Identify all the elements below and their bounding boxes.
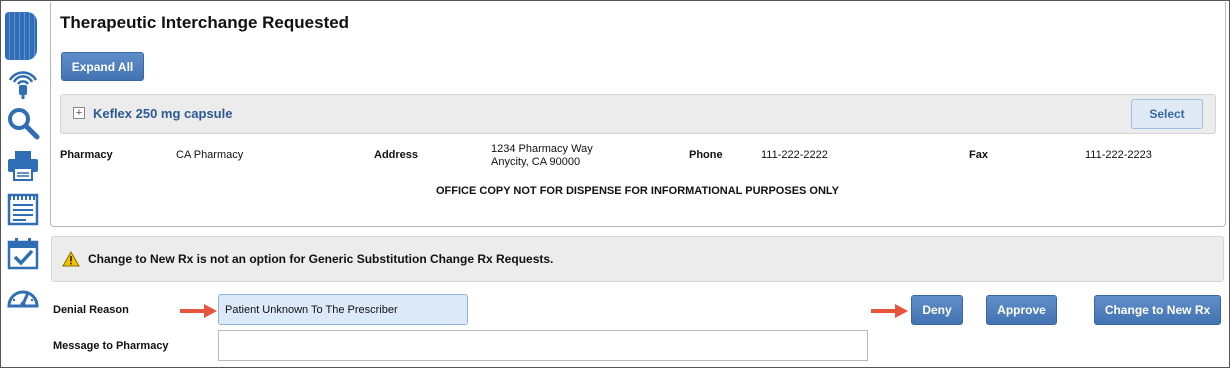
pharmacy-label: Pharmacy xyxy=(60,149,113,161)
warning-banner: Change to New Rx is not an option for Ge… xyxy=(51,236,1224,282)
deny-button[interactable]: Deny xyxy=(911,295,963,325)
expand-all-button[interactable]: Expand All xyxy=(61,52,144,81)
fax-value: 111-222-2223 xyxy=(1085,149,1152,161)
change-to-new-rx-button[interactable]: Change to New Rx xyxy=(1094,295,1221,325)
phone-value: 111-222-2222 xyxy=(761,149,828,161)
address-line1: 1234 Pharmacy Way xyxy=(491,143,593,155)
warning-triangle-icon xyxy=(62,251,80,267)
menu-tab-icon[interactable] xyxy=(5,12,37,60)
annotation-arrow-icon xyxy=(180,304,217,318)
informational-notice: OFFICE COPY NOT FOR DISPENSE FOR INFORMA… xyxy=(436,185,839,197)
annotation-arrow-icon xyxy=(871,304,908,318)
approve-button[interactable]: Approve xyxy=(986,295,1057,325)
message-to-pharmacy-label: Message to Pharmacy xyxy=(53,340,169,352)
message-to-pharmacy-input[interactable] xyxy=(218,330,868,361)
denial-reason-label: Denial Reason xyxy=(53,304,129,316)
address-label: Address xyxy=(374,149,419,161)
expand-plus-icon[interactable]: + xyxy=(73,107,85,119)
fax-label: Fax xyxy=(969,149,988,161)
denial-reason-select[interactable]: Patient Unknown To The Prescriber xyxy=(218,294,468,325)
warning-text: Change to New Rx is not an option for Ge… xyxy=(88,252,554,266)
notepad-icon[interactable] xyxy=(6,192,40,226)
phone-label: Phone xyxy=(689,149,723,161)
page-title: Therapeutic Interchange Requested xyxy=(60,13,350,32)
medication-panel: + Keflex 250 mg capsule Select xyxy=(60,94,1216,134)
address-line2: Anycity, CA 90000 xyxy=(491,156,581,168)
calendar-check-icon[interactable] xyxy=(6,236,40,270)
sidebar xyxy=(2,2,40,366)
medication-name[interactable]: Keflex 250 mg capsule xyxy=(93,106,232,121)
gauge-icon[interactable] xyxy=(6,282,40,316)
rfid-tag-icon[interactable] xyxy=(6,66,40,100)
printer-icon[interactable] xyxy=(6,148,40,182)
select-button[interactable]: Select xyxy=(1131,99,1203,129)
pharmacy-value: CA Pharmacy xyxy=(176,149,244,161)
search-icon[interactable] xyxy=(6,106,40,140)
